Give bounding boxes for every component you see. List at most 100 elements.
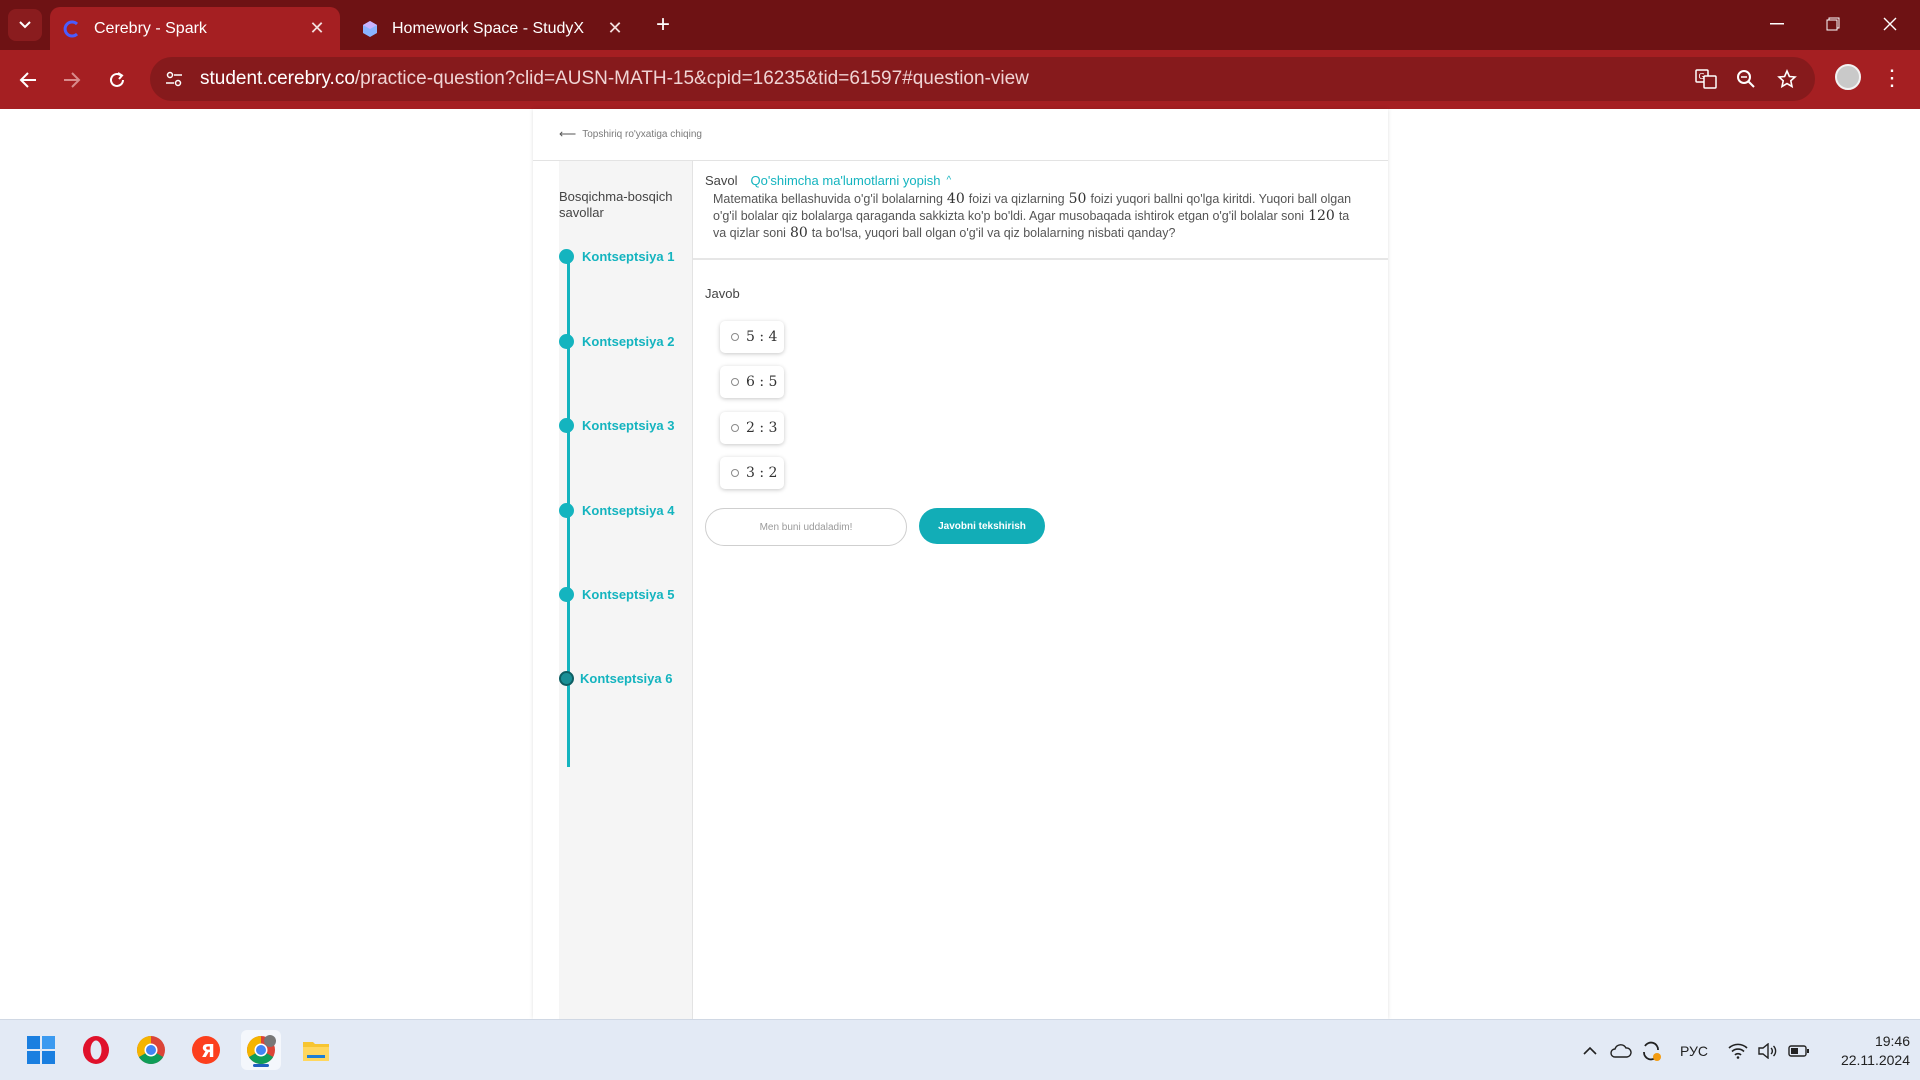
back-to-tasks-link[interactable]: ⟵ Topshiriq ro'yxatiga chiqing bbox=[559, 127, 702, 141]
system-clock[interactable]: 19:46 22.11.2024 bbox=[1820, 1032, 1910, 1070]
minimize-icon bbox=[1770, 23, 1784, 25]
browser-toolbar: student.cerebry.co/practice-question?cli… bbox=[0, 50, 1920, 109]
concept-sidebar: Bosqichma-bosqich savollar Kontseptsiya … bbox=[559, 161, 693, 1019]
restore-button[interactable] bbox=[1813, 8, 1853, 40]
divider bbox=[693, 258, 1388, 260]
answer-label: Javob bbox=[705, 286, 740, 301]
option-value: 6 : 5 bbox=[746, 374, 778, 390]
windows-start-icon[interactable] bbox=[21, 1030, 61, 1070]
language-indicator[interactable]: РУС bbox=[1674, 1038, 1714, 1064]
step-dot bbox=[559, 418, 574, 433]
skip-button[interactable]: Men buni uddaladim! bbox=[705, 508, 907, 546]
opera-icon[interactable] bbox=[76, 1030, 116, 1070]
sidebar-step-4[interactable]: Kontseptsiya 4 bbox=[559, 503, 674, 518]
svg-text:Я: Я bbox=[201, 1041, 215, 1062]
clock-date: 22.11.2024 bbox=[1840, 1052, 1910, 1068]
reload-button[interactable] bbox=[101, 64, 133, 96]
chevron-down-icon bbox=[19, 21, 31, 29]
bookmark-star-icon[interactable] bbox=[1771, 63, 1803, 95]
minimize-button[interactable] bbox=[1757, 8, 1797, 40]
restore-icon bbox=[1826, 17, 1840, 31]
battery-icon[interactable] bbox=[1785, 1038, 1813, 1064]
step-dot bbox=[559, 334, 574, 349]
active-indicator bbox=[253, 1064, 269, 1067]
site-info-icon[interactable] bbox=[156, 61, 192, 97]
close-icon[interactable]: ✕ bbox=[602, 16, 628, 42]
toggle-details-link[interactable]: Qo'shimcha ma'lumotlarni yopish bbox=[751, 173, 941, 188]
chrome-profile-icon[interactable] bbox=[241, 1030, 281, 1070]
studyx-favicon-icon bbox=[360, 19, 380, 39]
radio-icon[interactable] bbox=[731, 333, 739, 341]
browser-menu-icon[interactable]: ⋮ bbox=[1880, 62, 1904, 94]
chevron-up-icon[interactable]: ^ bbox=[946, 175, 951, 186]
onedrive-icon[interactable] bbox=[1607, 1038, 1635, 1064]
tab-cerebry[interactable]: Cerebry - Spark ✕ bbox=[50, 7, 340, 50]
step-label: Kontseptsiya 6 bbox=[580, 671, 673, 686]
cerebry-favicon-icon bbox=[62, 19, 82, 39]
back-button[interactable] bbox=[12, 64, 44, 96]
sidebar-step-3[interactable]: Kontseptsiya 3 bbox=[559, 418, 674, 433]
option-value: 3 : 2 bbox=[746, 465, 778, 481]
volume-icon[interactable] bbox=[1754, 1038, 1780, 1064]
check-answer-button[interactable]: Javobni tekshirish bbox=[919, 508, 1045, 544]
close-icon[interactable]: ✕ bbox=[304, 16, 330, 42]
sync-icon[interactable] bbox=[1637, 1038, 1665, 1064]
practice-card: ⟵ Topshiriq ro'yxatiga chiqing Bosqichma… bbox=[533, 109, 1388, 1019]
url-text: student.cerebry.co/practice-question?cli… bbox=[200, 68, 1029, 89]
step-label: Kontseptsiya 5 bbox=[582, 587, 675, 602]
answer-option-1[interactable]: 5 : 4 bbox=[720, 321, 784, 353]
translate-icon[interactable]: G bbox=[1690, 63, 1722, 95]
clock-time: 19:46 bbox=[1874, 1033, 1910, 1049]
answer-option-4[interactable]: 3 : 2 bbox=[720, 457, 784, 489]
step-label: Kontseptsiya 4 bbox=[582, 503, 675, 518]
divider bbox=[692, 161, 693, 1019]
arrow-right-icon bbox=[64, 72, 81, 88]
question-text: Matematika bellashuvida o'g'il bolalarni… bbox=[713, 191, 1352, 241]
answer-option-2[interactable]: 6 : 5 bbox=[720, 366, 784, 398]
file-explorer-icon[interactable] bbox=[296, 1030, 336, 1070]
step-dot bbox=[559, 249, 574, 264]
page-viewport: ⟵ Topshiriq ro'yxatiga chiqing Bosqichma… bbox=[0, 109, 1920, 1019]
tab-title: Homework Space - StudyX bbox=[392, 19, 585, 37]
arrow-left-icon: ⟵ bbox=[559, 127, 577, 141]
radio-icon[interactable] bbox=[731, 378, 739, 386]
tab-studyx[interactable]: Homework Space - StudyX ✕ bbox=[348, 7, 638, 50]
new-tab-button[interactable]: + bbox=[650, 11, 676, 38]
forward-button[interactable] bbox=[56, 64, 88, 96]
radio-icon[interactable] bbox=[731, 469, 739, 477]
sidebar-step-6[interactable]: Kontseptsiya 6 bbox=[559, 671, 672, 686]
chevron-up-icon bbox=[1583, 1046, 1597, 1055]
close-window-button[interactable] bbox=[1870, 8, 1910, 40]
step-dot-current bbox=[559, 671, 574, 686]
taskbar: Я РУС 19:46 22.11.2024 bbox=[0, 1019, 1920, 1080]
back-link-label: Topshiriq ro'yxatiga chiqing bbox=[582, 128, 702, 140]
step-dot bbox=[559, 503, 574, 518]
reload-icon bbox=[110, 72, 124, 87]
address-bar[interactable]: student.cerebry.co/practice-question?cli… bbox=[150, 57, 1815, 101]
sidebar-step-5[interactable]: Kontseptsiya 5 bbox=[559, 587, 674, 602]
question-label: Savol bbox=[705, 173, 738, 188]
tab-title: Cerebry - Spark bbox=[94, 19, 207, 37]
tab-strip: Cerebry - Spark ✕ Homework Space - Study… bbox=[0, 0, 1920, 50]
profile-avatar[interactable] bbox=[1835, 64, 1861, 90]
sidebar-step-2[interactable]: Kontseptsiya 2 bbox=[559, 334, 674, 349]
svg-text:G: G bbox=[1699, 72, 1705, 81]
close-icon bbox=[1883, 17, 1897, 31]
step-dot bbox=[559, 587, 574, 602]
step-label: Kontseptsiya 2 bbox=[582, 334, 675, 349]
option-value: 5 : 4 bbox=[746, 329, 778, 345]
sidebar-title: Bosqichma-bosqich savollar bbox=[559, 189, 673, 220]
step-label: Kontseptsiya 1 bbox=[582, 249, 675, 264]
wifi-icon[interactable] bbox=[1725, 1038, 1751, 1064]
step-label: Kontseptsiya 3 bbox=[582, 418, 675, 433]
radio-icon[interactable] bbox=[731, 424, 739, 432]
question-header: Savol Qo'shimcha ma'lumotlarni yopish ^ bbox=[705, 173, 951, 188]
option-value: 2 : 3 bbox=[746, 420, 778, 436]
zoom-icon[interactable] bbox=[1730, 63, 1762, 95]
chrome-icon[interactable] bbox=[131, 1030, 171, 1070]
yandex-browser-icon[interactable]: Я bbox=[186, 1030, 226, 1070]
sidebar-step-1[interactable]: Kontseptsiya 1 bbox=[559, 249, 674, 264]
show-hidden-icons-button[interactable] bbox=[1579, 1038, 1601, 1064]
tab-search-button[interactable] bbox=[8, 9, 42, 41]
answer-option-3[interactable]: 2 : 3 bbox=[720, 412, 784, 444]
